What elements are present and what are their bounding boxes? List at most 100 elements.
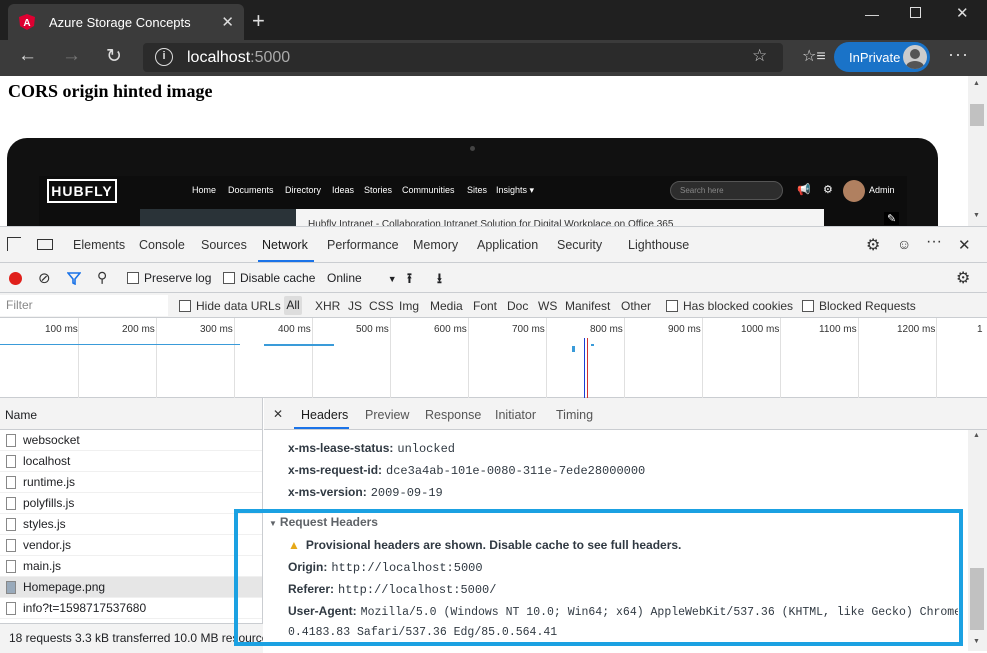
load-marker — [587, 338, 588, 398]
site-nav-insights[interactable]: Insights ▾ — [496, 185, 534, 196]
favorites-icon[interactable]: ☆≡ — [802, 46, 826, 66]
info-icon[interactable]: i — [155, 48, 173, 66]
refresh-icon[interactable]: ↻ — [106, 45, 122, 68]
close-devtools-icon[interactable]: ✕ — [958, 236, 971, 254]
back-icon[interactable]: ← — [18, 45, 37, 67]
tab-console[interactable]: Console — [139, 238, 185, 252]
site-nav-sites[interactable]: Sites — [467, 185, 487, 195]
edit-icon[interactable]: ✎ — [884, 212, 900, 225]
blocked-requests-checkbox[interactable]: Blocked Requests — [802, 299, 916, 313]
clear-icon[interactable]: ⊘ — [38, 269, 51, 287]
site-nav-ideas[interactable]: Ideas — [332, 185, 354, 195]
filter-icon[interactable] — [67, 272, 81, 285]
network-timeline[interactable]: 100 ms 200 ms 300 ms 400 ms 500 ms 600 m… — [0, 318, 987, 398]
tab-network[interactable]: Network — [262, 238, 308, 252]
svg-text:A: A — [23, 18, 30, 29]
request-name: info?t=1598717537680 — [23, 601, 147, 615]
feedback-icon[interactable]: ☺ — [897, 236, 911, 252]
favorite-star-icon[interactable]: ☆ — [752, 46, 767, 66]
page-scrollbar[interactable]: ▲ ▼ — [968, 76, 987, 226]
type-filter-xhr[interactable]: XHR — [315, 299, 340, 313]
request-row-selected[interactable]: Homepage.png — [0, 577, 262, 598]
inspect-element-icon[interactable] — [7, 237, 21, 251]
throttle-select[interactable]: Online ▼ — [327, 271, 397, 285]
minimize-icon[interactable]: — — [865, 6, 879, 22]
type-filter-manifest[interactable]: Manifest — [565, 299, 610, 313]
admin-avatar — [843, 180, 865, 202]
type-filter-js[interactable]: JS — [348, 299, 362, 313]
site-nav-stories[interactable]: Stories — [364, 185, 392, 195]
timeline-tick: 1 — [977, 324, 983, 335]
throttle-value: Online — [327, 271, 362, 285]
export-har-icon[interactable]: ⭳ — [437, 268, 442, 292]
tab-preview[interactable]: Preview — [365, 408, 409, 422]
tab-initiator[interactable]: Initiator — [495, 408, 536, 422]
request-row[interactable]: polyfills.js — [0, 493, 262, 514]
type-filter-media[interactable]: Media — [430, 299, 463, 313]
request-row[interactable]: websocket — [0, 430, 262, 451]
site-nav-documents[interactable]: Documents — [228, 185, 274, 195]
more-tools-icon[interactable]: ··· — [926, 233, 942, 251]
hide-data-urls-checkbox[interactable]: Hide data URLs — [179, 299, 281, 313]
response-header-row: x-ms-lease-status: unlocked — [288, 441, 455, 456]
timeline-gridline — [546, 318, 547, 398]
record-icon[interactable] — [9, 272, 22, 285]
tab-sources[interactable]: Sources — [201, 238, 247, 252]
preserve-log-checkbox[interactable]: Preserve log — [127, 271, 211, 285]
site-search-input[interactable]: Search here — [670, 181, 783, 200]
request-row[interactable]: localhost — [0, 451, 262, 472]
url-input[interactable]: i localhost:5000 — [143, 43, 783, 72]
type-filter-font[interactable]: Font — [473, 299, 497, 313]
search-icon[interactable]: ⚲ — [97, 269, 107, 286]
type-filter-img[interactable]: Img — [399, 299, 419, 313]
disable-cache-checkbox[interactable]: Disable cache — [223, 271, 315, 285]
request-row[interactable]: runtime.js — [0, 472, 262, 493]
page-scrollbar-thumb[interactable] — [970, 104, 984, 126]
more-icon[interactable]: ··· — [948, 44, 969, 65]
settings-gear-icon[interactable]: ⚙ — [866, 235, 880, 255]
tab-performance[interactable]: Performance — [327, 238, 399, 252]
tab-security[interactable]: Security — [557, 238, 602, 252]
browser-tab[interactable]: A Azure Storage Concepts ✕ — [8, 4, 244, 40]
forward-icon[interactable]: → — [62, 45, 81, 67]
has-blocked-cookies-checkbox[interactable]: Has blocked cookies — [666, 299, 793, 313]
close-window-icon[interactable]: ✕ — [956, 4, 969, 22]
detail-scrollbar-thumb[interactable] — [970, 568, 984, 630]
close-detail-icon[interactable]: ✕ — [273, 407, 283, 421]
tab-headers[interactable]: Headers — [301, 408, 348, 422]
site-nav-directory[interactable]: Directory — [285, 185, 321, 195]
type-filter-other[interactable]: Other — [621, 299, 651, 313]
site-nav-communities[interactable]: Communities — [402, 185, 455, 195]
timeline-gridline — [78, 318, 79, 398]
close-tab-icon[interactable]: ✕ — [221, 13, 234, 31]
title-bar: A Azure Storage Concepts ✕ + — ✕ — [0, 0, 987, 40]
type-filter-ws[interactable]: WS — [538, 299, 557, 313]
tab-elements[interactable]: Elements — [73, 238, 125, 252]
new-tab-icon[interactable]: + — [252, 8, 265, 34]
type-filter-doc[interactable]: Doc — [507, 299, 528, 313]
tab-memory[interactable]: Memory — [413, 238, 458, 252]
type-filter-css[interactable]: CSS — [369, 299, 394, 313]
settings-icon[interactable]: ⚙ — [823, 183, 833, 196]
tab-lighthouse[interactable]: Lighthouse — [628, 238, 689, 252]
import-har-icon[interactable]: ⭱ — [407, 268, 412, 292]
request-row[interactable]: main.js — [0, 556, 262, 577]
request-row[interactable]: styles.js — [0, 514, 262, 535]
name-column-header[interactable]: Name — [0, 398, 262, 430]
megaphone-icon[interactable]: 📢 — [797, 183, 811, 196]
filter-input[interactable]: Filter — [0, 295, 168, 316]
detail-scrollbar[interactable]: ▲ ▼ — [968, 430, 987, 651]
file-icon — [6, 475, 16, 489]
inprivate-button[interactable]: InPrivate — [834, 42, 930, 72]
maximize-icon[interactable] — [910, 7, 921, 18]
request-row[interactable]: vendor.js — [0, 535, 262, 556]
request-name: runtime.js — [23, 475, 76, 489]
type-filter-all[interactable]: All — [284, 296, 302, 315]
request-row[interactable]: info?t=1598717537680 — [0, 598, 262, 619]
site-nav-home[interactable]: Home — [192, 185, 216, 195]
device-toolbar-icon[interactable] — [37, 239, 53, 250]
tab-response[interactable]: Response — [425, 408, 481, 422]
tab-timing[interactable]: Timing — [556, 408, 593, 422]
tab-application[interactable]: Application — [477, 238, 538, 252]
network-settings-icon[interactable]: ⚙ — [956, 268, 970, 288]
